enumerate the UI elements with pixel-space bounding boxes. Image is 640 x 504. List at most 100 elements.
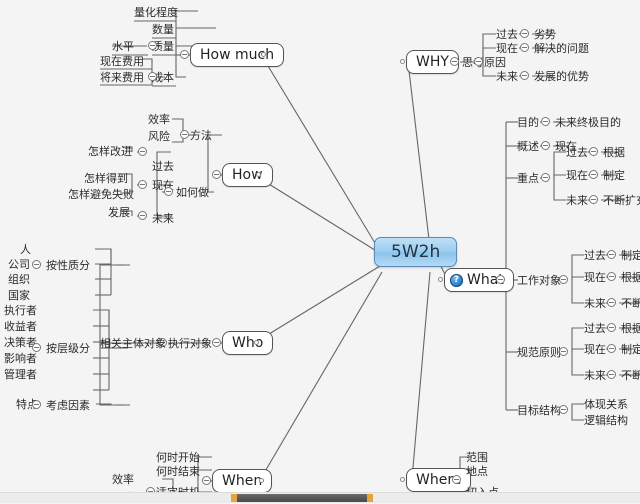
- collapse-where[interactable]: [452, 475, 461, 484]
- question-mark-icon: ?: [450, 273, 463, 287]
- collapse-keypoint-future[interactable]: [589, 195, 598, 204]
- collapse-why[interactable]: [450, 57, 459, 66]
- collapse-keypoint[interactable]: [541, 173, 550, 182]
- collapse-who[interactable]: [212, 338, 221, 347]
- label-related-subject: 相关主体对象: [100, 337, 166, 350]
- dot-who-right[interactable]: [254, 340, 259, 345]
- label-by-nature: 按性质分: [46, 259, 90, 272]
- label-risk-how: 风险: [148, 130, 170, 143]
- center-node[interactable]: 5W2h: [374, 237, 458, 267]
- label-now-why: 现在: [496, 42, 518, 55]
- scrollbar-thumb[interactable]: [231, 494, 373, 502]
- horizontal-scrollbar[interactable]: [0, 492, 640, 503]
- label-work-now-basis: 根据: [621, 271, 640, 284]
- label-cost-now: 现在费用: [100, 55, 144, 68]
- label-efficiency-when: 效率: [112, 473, 134, 486]
- label-overview: 概述: [517, 140, 539, 153]
- node-who[interactable]: Who: [222, 331, 274, 355]
- label-norm-principle: 规范原则: [517, 346, 561, 359]
- collapse-method[interactable]: [180, 130, 189, 139]
- label-beneficiary: 收益者: [4, 320, 37, 333]
- label-efficiency-how: 效率: [148, 113, 170, 126]
- collapse-now-how[interactable]: [138, 180, 147, 189]
- center-node-label: 5W2h: [391, 242, 441, 262]
- collapse-when[interactable]: [202, 476, 211, 485]
- label-by-level: 按层级分: [46, 342, 90, 355]
- collapse-past-how[interactable]: [138, 147, 147, 156]
- collapse-future-why[interactable]: [520, 71, 529, 80]
- label-when-start: 何时开始: [156, 451, 200, 464]
- label-norm-past-basis: 根据: [621, 322, 640, 335]
- dot-when-right[interactable]: [259, 478, 264, 483]
- collapse-norm-principle[interactable]: [559, 347, 568, 356]
- collapse-purpose[interactable]: [541, 117, 550, 126]
- collapse-work-past[interactable]: [607, 250, 616, 259]
- collapse-overview[interactable]: [541, 141, 550, 150]
- label-executor: 执行者: [4, 304, 37, 317]
- dot-where-left[interactable]: [400, 477, 405, 482]
- collapse-how-do[interactable]: [164, 187, 173, 196]
- collapse-now-why[interactable]: [520, 43, 529, 52]
- label-work-future-expand: 不断扩充: [621, 297, 640, 310]
- label-organization: 组织: [8, 273, 30, 286]
- label-factors: 考虑因素: [46, 399, 90, 412]
- label-how-do: 如何做: [176, 186, 209, 199]
- dot-what-left[interactable]: [438, 277, 443, 282]
- label-norm-future: 未来: [584, 369, 606, 382]
- label-keypoint-past: 过去: [566, 146, 588, 159]
- label-manager: 管理者: [4, 368, 37, 381]
- label-keypoint-past-basis: 根据: [603, 146, 625, 159]
- dot-how-much-right[interactable]: [261, 52, 266, 57]
- node-why-label: WHY: [416, 54, 449, 70]
- collapse-future-how[interactable]: [138, 211, 147, 220]
- label-keypoint-future-expand: 不断扩充: [603, 194, 640, 207]
- label-future-how: 未来: [152, 212, 174, 225]
- dot-how-right[interactable]: [256, 172, 261, 177]
- collapse-cost[interactable]: [148, 72, 157, 81]
- collapse-work-future[interactable]: [607, 298, 616, 307]
- collapse-keypoint-now[interactable]: [589, 170, 598, 179]
- label-how-get: 怎样得到: [84, 172, 128, 185]
- collapse-by-level[interactable]: [32, 343, 41, 352]
- label-quantity: 数量: [152, 23, 174, 36]
- label-when-end: 何时结束: [156, 465, 200, 478]
- label-person: 人: [20, 243, 31, 256]
- collapse-how[interactable]: [212, 170, 221, 179]
- collapse-norm-past[interactable]: [607, 323, 616, 332]
- label-keypoint-now-formulate: 制定: [603, 169, 625, 182]
- collapse-norm-now[interactable]: [607, 344, 616, 353]
- mindmap-canvas[interactable]: 5W2h How much 量化程度 数量 水平 质量 现在费用 将来费用 成本…: [0, 0, 640, 504]
- collapse-factors[interactable]: [32, 400, 41, 409]
- label-develop-how: 发展: [108, 206, 130, 219]
- collapse-by-nature[interactable]: [32, 260, 41, 269]
- label-past-how: 过去: [152, 160, 174, 173]
- collapse-work-now[interactable]: [607, 272, 616, 281]
- label-target-structure: 目标结构: [517, 404, 561, 417]
- label-think-reason: 思考原因: [462, 56, 506, 69]
- collapse-past-why[interactable]: [520, 29, 529, 38]
- collapse-keypoint-past[interactable]: [589, 147, 598, 156]
- collapse-what[interactable]: [496, 275, 505, 284]
- collapse-think-reason[interactable]: [474, 57, 483, 66]
- collapse-target-structure[interactable]: [559, 405, 568, 414]
- label-exec-object: 执行对象: [168, 337, 212, 350]
- collapse-quality[interactable]: [148, 41, 157, 50]
- label-work-past-formulate: 制定: [621, 249, 640, 262]
- label-how-avoid-fail: 怎样避免失败: [68, 188, 134, 201]
- label-place: 地点: [466, 465, 488, 478]
- label-dev-advantage: 发展的优势: [534, 70, 589, 83]
- collapse-how-much[interactable]: [180, 50, 189, 59]
- node-how-much[interactable]: How much: [190, 43, 285, 67]
- label-country: 国家: [8, 289, 30, 302]
- label-logic-structure: 逻辑结构: [584, 414, 628, 427]
- label-level: 水平: [112, 40, 134, 53]
- dot-why-left[interactable]: [400, 59, 405, 64]
- collapse-work-object[interactable]: [559, 275, 568, 284]
- label-past-why: 过去: [496, 28, 518, 41]
- node-where[interactable]: Where: [406, 468, 472, 492]
- node-when-label: When: [222, 473, 263, 489]
- label-norm-now-formulate: 制定: [621, 343, 640, 356]
- collapse-norm-future[interactable]: [607, 370, 616, 379]
- node-how[interactable]: How: [222, 163, 273, 187]
- label-influencer: 影响者: [4, 352, 37, 365]
